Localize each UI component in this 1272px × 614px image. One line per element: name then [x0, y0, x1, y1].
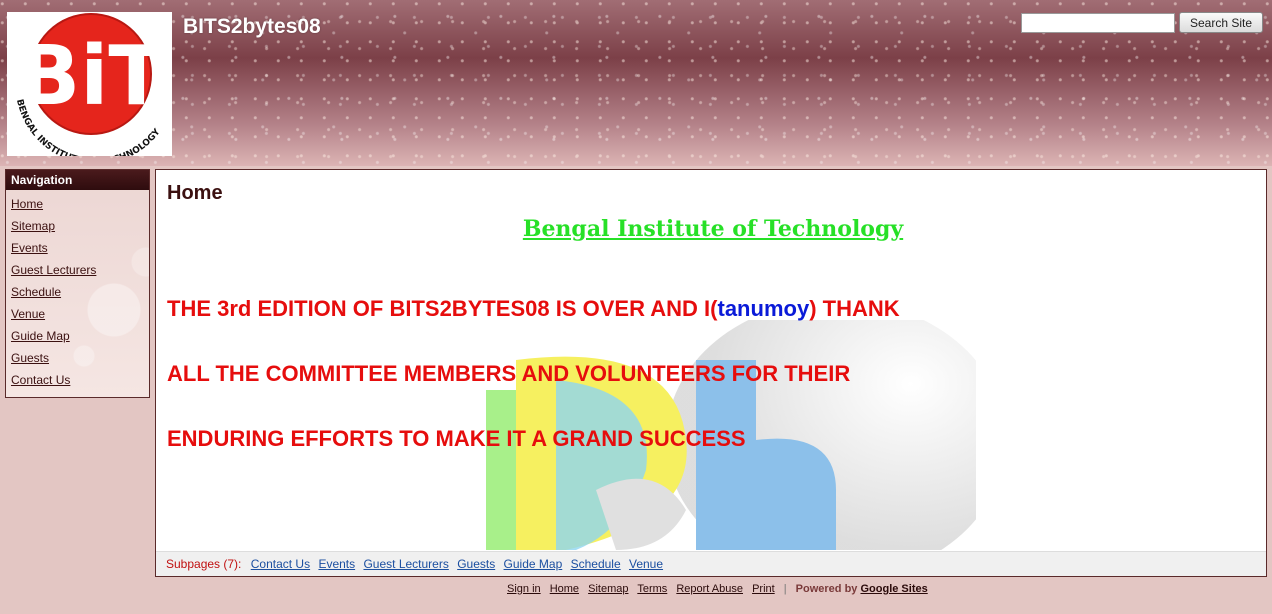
nav-item-venue[interactable]: Venue	[11, 307, 45, 321]
nav-item-contact-us[interactable]: Contact Us	[11, 373, 70, 387]
subpage-link-guide-map[interactable]: Guide Map	[504, 557, 563, 571]
logo-letters: BiT	[18, 29, 165, 124]
subpage-link-events[interactable]: Events	[318, 557, 355, 571]
announcement-line-1: THE 3rd EDITION OF BITS2BYTES08 IS OVER …	[167, 296, 900, 322]
subpages-label: Subpages (7):	[166, 557, 242, 571]
footer-powered-by: Powered by	[795, 583, 858, 595]
site-logo[interactable]: BiT BENGAL INSTITUTE OF TECHNOLOGY	[7, 12, 172, 167]
announcement-line-1-start: THE 3rd EDITION OF BITS2BYTES08 IS OVER …	[167, 296, 718, 321]
footer-google-sites-link[interactable]: Google Sites	[860, 583, 927, 595]
page-title: Home	[167, 182, 223, 204]
institute-heading: Bengal Institute of Technology	[522, 216, 904, 242]
search-site-button[interactable]: Search Site	[1179, 12, 1263, 33]
subpage-link-guests[interactable]: Guests	[457, 557, 495, 571]
nav-item-guests[interactable]: Guests	[11, 351, 49, 365]
nav-item-guide-map[interactable]: Guide Map	[11, 329, 70, 343]
nav-item-sitemap[interactable]: Sitemap	[11, 219, 55, 233]
bit-logo-icon: BiT BENGAL INSTITUTE OF TECHNOLOGY	[7, 12, 172, 167]
subpage-link-schedule[interactable]: Schedule	[571, 557, 621, 571]
search-input[interactable]	[1021, 13, 1175, 33]
nav-item-guest-lecturers[interactable]: Guest Lecturers	[11, 263, 96, 277]
navigation-list: Home Sitemap Events Guest Lecturers Sche…	[6, 190, 149, 395]
announcement-line-3: ENDURING EFFORTS TO MAKE IT A GRAND SUCC…	[167, 426, 746, 451]
footer-sitemap[interactable]: Sitemap	[588, 583, 628, 595]
institute-heading-row: Bengal Institute of Technology	[156, 216, 1266, 242]
footer-sign-in[interactable]: Sign in	[507, 583, 541, 595]
nav-item-home[interactable]: Home	[11, 197, 43, 211]
author-name: tanumoy	[717, 296, 810, 321]
subpage-link-venue[interactable]: Venue	[629, 557, 663, 571]
nav-item-schedule[interactable]: Schedule	[11, 285, 61, 299]
navigation-sidebar: Navigation Home Sitemap Events Guest Lec…	[5, 169, 150, 398]
subpage-link-guest-lecturers[interactable]: Guest Lecturers	[363, 557, 448, 571]
announcement-line-1-end: ) THANK	[809, 296, 900, 321]
main-content: Home Bengal Institute of Technology THE …	[155, 169, 1267, 577]
subpages-bar: Subpages (7): Contact Us Events Guest Le…	[156, 551, 1266, 576]
footer-terms[interactable]: Terms	[637, 583, 667, 595]
subpage-link-contact-us[interactable]: Contact Us	[251, 557, 310, 571]
navigation-heading: Navigation	[6, 170, 149, 190]
site-title[interactable]: BITS2bytes08	[183, 15, 321, 39]
footer-home[interactable]: Home	[550, 583, 579, 595]
announcement-line-2: ALL THE COMMITTEE MEMBERS AND VOLUNTEERS…	[167, 361, 851, 386]
footer-print[interactable]: Print	[752, 583, 775, 595]
footer-bar: Sign in Home Sitemap Terms Report Abuse …	[507, 583, 934, 595]
footer-report-abuse[interactable]: Report Abuse	[676, 583, 743, 595]
footer-separator: |	[783, 583, 787, 595]
nav-item-events[interactable]: Events	[11, 241, 48, 255]
